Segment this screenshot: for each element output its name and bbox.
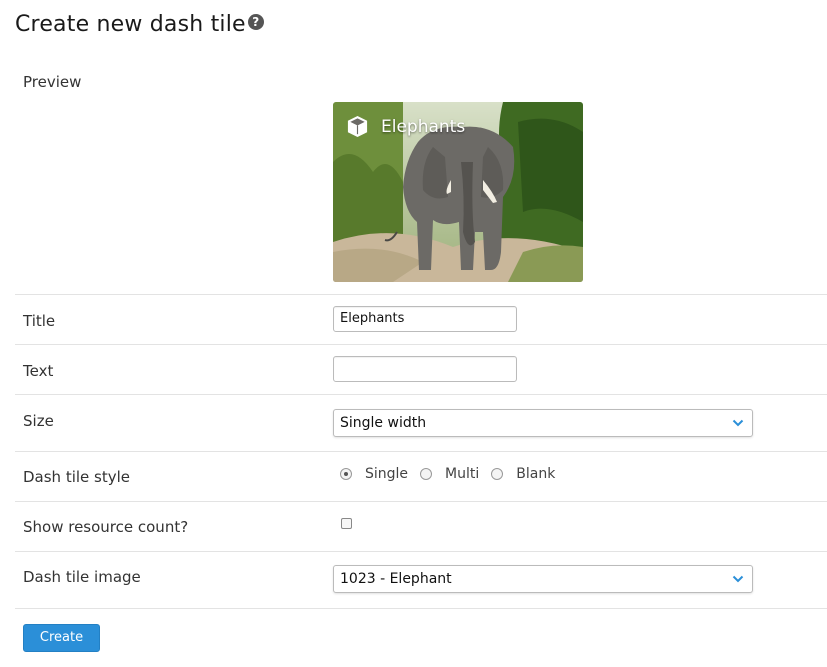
page-title-text: Create new dash tile [15, 12, 246, 37]
style-radio-single[interactable] [340, 468, 352, 480]
size-label: Size [23, 412, 54, 430]
cube-icon [347, 115, 368, 138]
size-select-value: Single width [340, 415, 427, 431]
style-radio-group: Single Multi Blank [340, 466, 567, 482]
size-select[interactable]: Single width [333, 409, 753, 437]
style-radio-multi[interactable] [420, 468, 433, 480]
size-row: Size Single width [15, 395, 827, 452]
tile-title: Elephants [381, 116, 466, 137]
style-option-blank-label: Blank [516, 466, 556, 482]
image-select-value: 1023 - Elephant [340, 571, 452, 587]
title-row: Title Elephants [15, 295, 827, 345]
style-radio-blank[interactable] [491, 468, 504, 480]
image-select[interactable]: 1023 - Elephant [333, 565, 753, 593]
style-option-single-label: Single [365, 466, 409, 482]
resource-count-label: Show resource count? [23, 518, 189, 536]
title-label: Title [23, 312, 56, 330]
image-label: Dash tile image [23, 568, 141, 586]
tile-header: Elephants [346, 115, 465, 138]
image-row: Dash tile image 1023 - Elephant [15, 552, 827, 609]
chevron-down-icon [732, 575, 744, 583]
resource-count-checkbox[interactable] [341, 518, 352, 529]
text-row: Text [15, 345, 827, 395]
chevron-down-icon [732, 419, 744, 427]
resource-count-row: Show resource count? [15, 502, 827, 552]
preview-row: Preview Elephants [15, 63, 827, 295]
style-option-multi-label: Multi [445, 466, 480, 482]
question-circle-icon[interactable]: ? [247, 14, 264, 30]
text-label: Text [23, 362, 54, 380]
text-input[interactable] [333, 356, 517, 382]
page-title: Create new dash tile? [15, 12, 264, 37]
preview-tile: Elephants [333, 102, 583, 282]
title-input[interactable]: Elephants [333, 306, 517, 332]
create-button[interactable]: Create [23, 624, 100, 652]
style-row: Dash tile style Single Multi Blank [15, 452, 827, 502]
style-label: Dash tile style [23, 468, 131, 486]
preview-label: Preview [23, 73, 82, 91]
